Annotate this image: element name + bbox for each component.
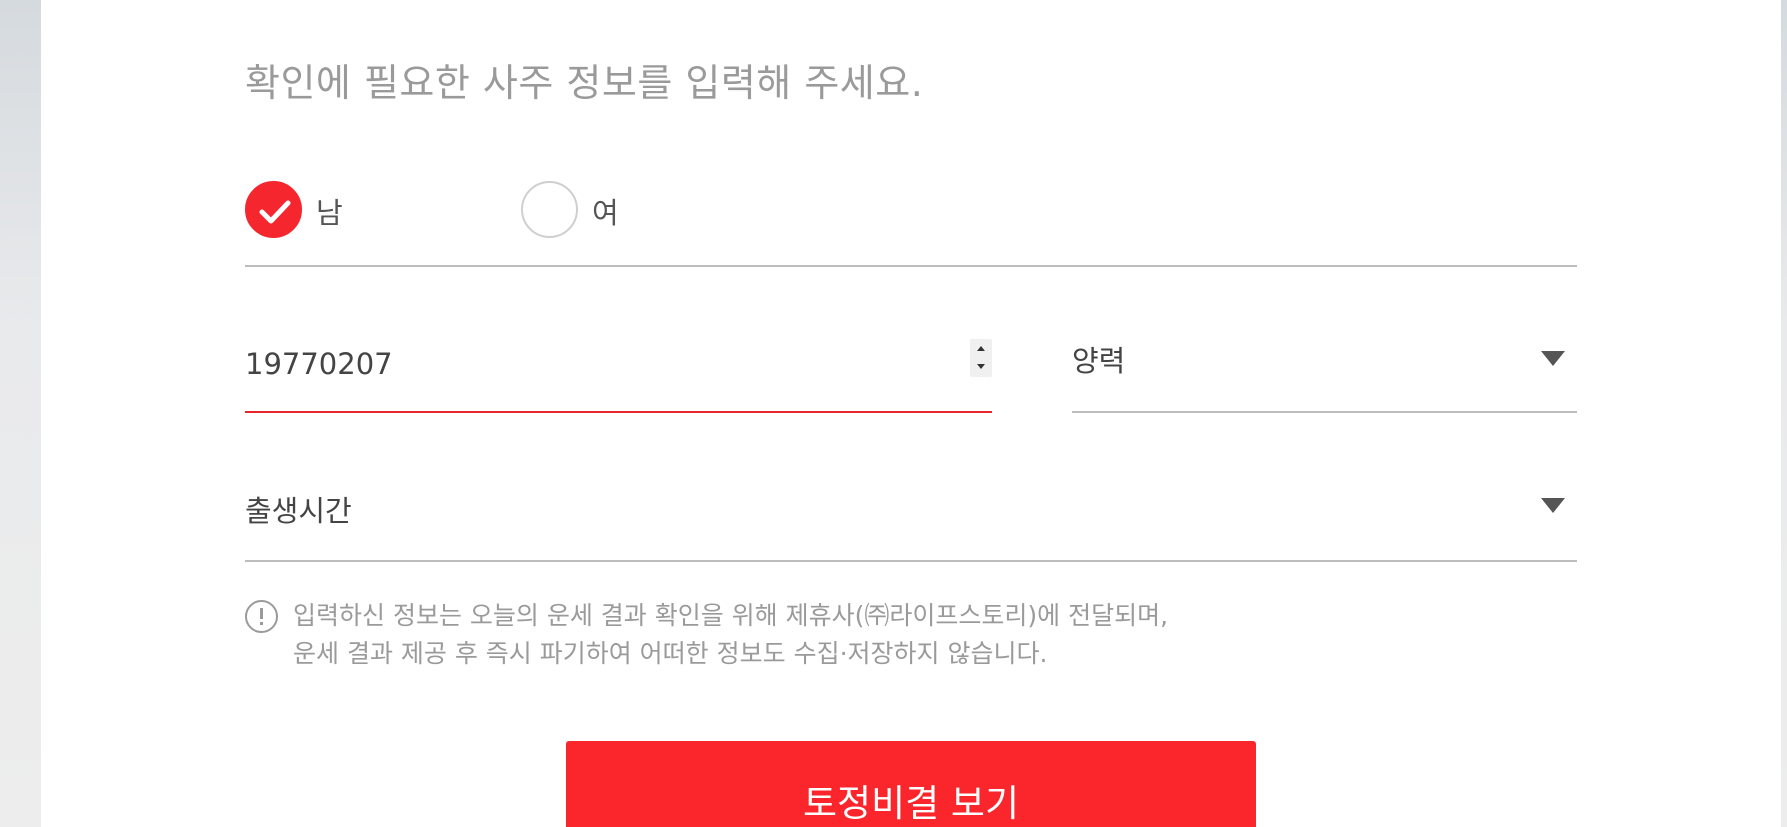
submit-button[interactable]: 토정비결 보기	[566, 741, 1256, 827]
notice-info-icon	[245, 600, 278, 633]
date-spinner	[970, 339, 992, 377]
calendar-type-value: 양력	[1072, 344, 1126, 378]
submit-button-label: 토정비결 보기	[802, 782, 1019, 825]
birth-time-select[interactable]: 출생시간	[245, 480, 1577, 562]
chevron-down-icon	[1541, 498, 1565, 513]
form-panel: 확인에 필요한 사주 정보를 입력해 주세요. 남 여 양력 출생시간 입력하신…	[41, 0, 1781, 827]
page-heading: 확인에 필요한 사주 정보를 입력해 주세요.	[245, 61, 924, 105]
chevron-down-icon	[1541, 351, 1565, 366]
gender-female-radio[interactable]	[521, 181, 578, 238]
gender-female-label[interactable]: 여	[592, 190, 619, 232]
gender-male-label[interactable]: 남	[316, 190, 343, 232]
birth-date-field	[245, 333, 992, 413]
calendar-type-select[interactable]: 양력	[1072, 333, 1577, 413]
gender-male-radio[interactable]	[245, 181, 302, 238]
birth-time-placeholder: 출생시간	[245, 494, 352, 528]
spinner-up-icon[interactable]	[970, 339, 992, 358]
privacy-notice-line-2: 운세 결과 제공 후 즉시 파기하여 어떠한 정보도 수집·저장하지 않습니다.	[293, 639, 1048, 668]
spinner-down-icon[interactable]	[970, 358, 992, 377]
check-icon	[259, 200, 291, 224]
privacy-notice-line-1: 입력하신 정보는 오늘의 운세 결과 확인을 위해 제휴사(㈜라이프스토리)에 …	[293, 601, 1169, 630]
gender-selector: 남 여	[245, 181, 1577, 267]
birth-date-input[interactable]	[245, 339, 925, 389]
privacy-notice: 입력하신 정보는 오늘의 운세 결과 확인을 위해 제휴사(㈜라이프스토리)에 …	[293, 597, 1168, 673]
